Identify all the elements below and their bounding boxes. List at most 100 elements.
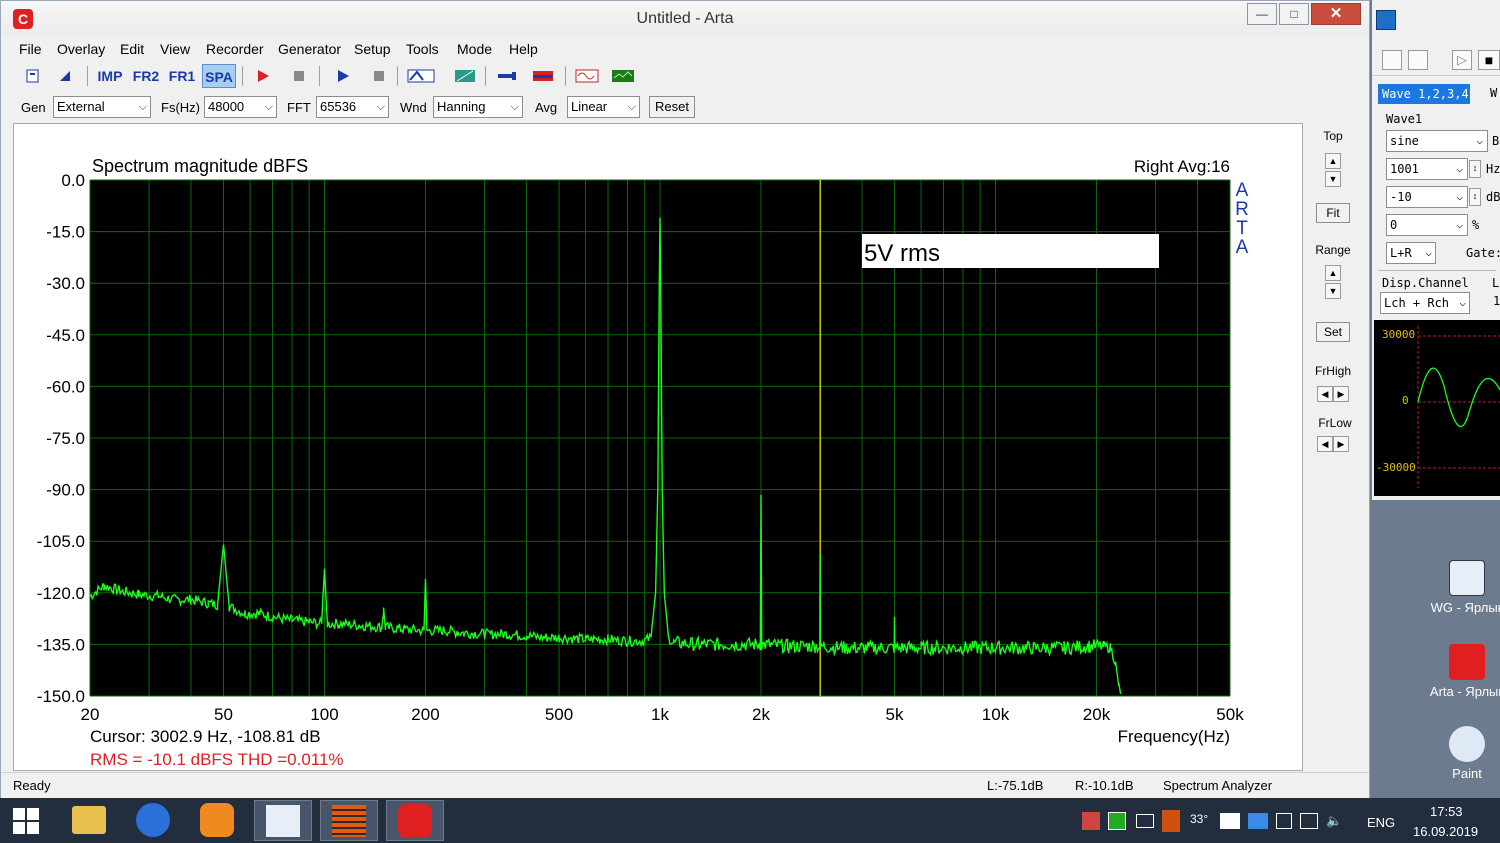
toolbar: IMP FR2 FR1 SPA xyxy=(1,62,1369,90)
taskbar-audio-app[interactable] xyxy=(320,800,378,841)
frhigh-right-arrow-icon[interactable]: ▶ xyxy=(1333,386,1349,402)
level-spinner-icon[interactable]: ↕ xyxy=(1469,188,1481,206)
tab-wave-1234[interactable]: Wave 1,2,3,4 xyxy=(1378,84,1470,104)
top-up-arrow-icon[interactable]: ▲ xyxy=(1325,153,1341,169)
taskbar-arta[interactable] xyxy=(386,800,444,841)
menu-file[interactable]: File xyxy=(19,41,42,57)
menu-view[interactable]: View xyxy=(160,41,190,57)
frlow-right-arrow-icon[interactable]: ▶ xyxy=(1333,436,1349,452)
x-tick-label: 50k xyxy=(1216,705,1244,724)
window-title: Untitled - Arta xyxy=(636,10,734,27)
spectrum-chart[interactable]: 0.0 -15.0 -30.0 -45.0 -60.0 -75.0 -90.0 -105.0 -… xyxy=(14,124,1304,772)
menu-overlay[interactable]: Overlay xyxy=(57,41,105,57)
oscilloscope-icon[interactable] xyxy=(574,64,600,88)
spa-mode-button[interactable]: SPA xyxy=(202,64,236,88)
title-bar[interactable]: C Untitled - Arta — □ ✕ xyxy=(1,1,1369,37)
tray-flag-icon[interactable] xyxy=(1276,813,1292,829)
frlow-left-arrow-icon[interactable]: ◀ xyxy=(1317,436,1333,452)
dc-offset-input[interactable]: 0 ⌵ xyxy=(1386,214,1468,236)
fr1-mode-button[interactable]: FR1 xyxy=(167,64,197,88)
desktop-icon-wg[interactable]: WG - Ярлык xyxy=(1422,560,1500,615)
maximize-button[interactable]: □ xyxy=(1279,3,1309,25)
tray-network-icon[interactable] xyxy=(1082,812,1100,830)
frhigh-left-arrow-icon[interactable]: ◀ xyxy=(1317,386,1333,402)
tray-meter-icon[interactable] xyxy=(1162,810,1180,832)
taskbar-file-explorer[interactable] xyxy=(60,800,118,841)
record-stop-icon[interactable] xyxy=(287,64,311,88)
tray-display-icon[interactable] xyxy=(1300,813,1318,829)
probe-icon[interactable] xyxy=(495,64,519,88)
tray-temperature[interactable]: 33° xyxy=(1190,812,1208,826)
spectrum-view-icon[interactable] xyxy=(610,64,636,88)
arta-window: C Untitled - Arta — □ ✕ File Overlay Edi… xyxy=(0,0,1370,798)
taskbar-uc-browser[interactable] xyxy=(188,800,246,841)
desktop-icon-paint[interactable]: Paint xyxy=(1422,726,1500,781)
record-play-icon[interactable] xyxy=(251,64,275,88)
range-down-arrow-icon[interactable]: ▼ xyxy=(1325,283,1341,299)
imp-mode-button[interactable]: IMP xyxy=(95,64,125,88)
tray-time[interactable]: 17:53 xyxy=(1430,804,1463,819)
disp-l-value: 1 xyxy=(1493,294,1500,308)
start-button[interactable] xyxy=(0,800,52,841)
close-button[interactable]: ✕ xyxy=(1311,3,1361,25)
chevron-down-icon: ⌵ xyxy=(1456,162,1463,175)
menu-help[interactable]: Help xyxy=(509,41,538,57)
fs-select[interactable]: 48000 ⌵ xyxy=(204,96,277,118)
desktop-icon-arta[interactable]: Arta - Ярлык xyxy=(1422,644,1500,699)
open-arrow-icon[interactable] xyxy=(53,64,77,88)
fr2-mode-button[interactable]: FR2 xyxy=(131,64,161,88)
generator-app-icon[interactable] xyxy=(1376,10,1396,30)
fit-button[interactable]: Fit xyxy=(1316,203,1350,223)
window-function-select[interactable]: Hanning ⌵ xyxy=(433,96,523,118)
level-meter-icon[interactable] xyxy=(531,64,555,88)
disp-channel-select[interactable]: Lch + Rch ⌵ xyxy=(1380,292,1470,314)
stop-icon[interactable]: ■ xyxy=(1478,50,1500,70)
level-input[interactable]: -10 ⌵ xyxy=(1386,186,1468,208)
tray-app-icon[interactable] xyxy=(1108,812,1126,830)
menu-generator[interactable]: Generator xyxy=(278,41,341,57)
frequency-spinner-icon[interactable]: ↕ xyxy=(1469,160,1481,178)
window-function-value: Hanning xyxy=(437,99,486,114)
tray-date[interactable]: 16.09.2019 xyxy=(1413,824,1478,839)
tray-keyboard-icon[interactable] xyxy=(1136,814,1154,828)
wave-type-select[interactable]: sine ⌵ xyxy=(1386,130,1488,152)
toolbar-separator xyxy=(87,66,88,86)
reset-button[interactable]: Reset xyxy=(649,96,695,118)
channel-select[interactable]: L+R ⌵ xyxy=(1386,242,1436,264)
tray-language[interactable]: ENG xyxy=(1367,815,1395,830)
abc-marker-icon[interactable] xyxy=(406,64,436,88)
set-button[interactable]: Set xyxy=(1316,322,1350,342)
tray-screen-icon[interactable] xyxy=(1220,813,1240,829)
range-up-arrow-icon[interactable]: ▲ xyxy=(1325,265,1341,281)
fft-select[interactable]: 65536 ⌵ xyxy=(316,96,389,118)
tray-volume-icon[interactable]: 🔈 xyxy=(1326,813,1342,829)
menu-recorder[interactable]: Recorder xyxy=(206,41,264,57)
menu-mode[interactable]: Mode xyxy=(457,41,492,57)
new-file-icon[interactable] xyxy=(21,64,45,88)
top-down-arrow-icon[interactable]: ▼ xyxy=(1325,171,1341,187)
grid-calibration-icon[interactable] xyxy=(453,64,477,88)
chevron-down-icon: ⌵ xyxy=(1476,134,1483,147)
tab-w[interactable]: W xyxy=(1490,86,1497,100)
averaging-select[interactable]: Linear ⌵ xyxy=(567,96,640,118)
desktop-icon-label: WG - Ярлык xyxy=(1430,600,1500,615)
play-icon[interactable]: ▷ xyxy=(1452,50,1472,70)
menu-setup[interactable]: Setup xyxy=(354,41,391,57)
frequency-value: 1001 xyxy=(1390,162,1419,176)
generator-stop-icon[interactable] xyxy=(367,64,391,88)
menu-edit[interactable]: Edit xyxy=(120,41,144,57)
minimize-button[interactable]: — xyxy=(1247,3,1277,25)
menu-tools[interactable]: Tools xyxy=(406,41,439,57)
taskbar-wg[interactable] xyxy=(254,800,312,841)
chevron-down-icon: ⌵ xyxy=(510,101,519,113)
generator-play-icon[interactable] xyxy=(331,64,355,88)
gen-select[interactable]: External ⌵ xyxy=(53,96,151,118)
taskbar-browser[interactable] xyxy=(124,800,182,841)
copy-icon[interactable] xyxy=(1382,50,1402,70)
plot-panel: 0.0 -15.0 -30.0 -45.0 -60.0 -75.0 -90.0 -105.0 -… xyxy=(13,123,1303,771)
paste-icon[interactable] xyxy=(1408,50,1428,70)
wave-type-suffix: B xyxy=(1492,134,1500,148)
frequency-input[interactable]: 1001 ⌵ xyxy=(1386,158,1468,180)
top-label: Top xyxy=(1323,129,1343,143)
tray-battery-icon[interactable] xyxy=(1248,813,1268,829)
